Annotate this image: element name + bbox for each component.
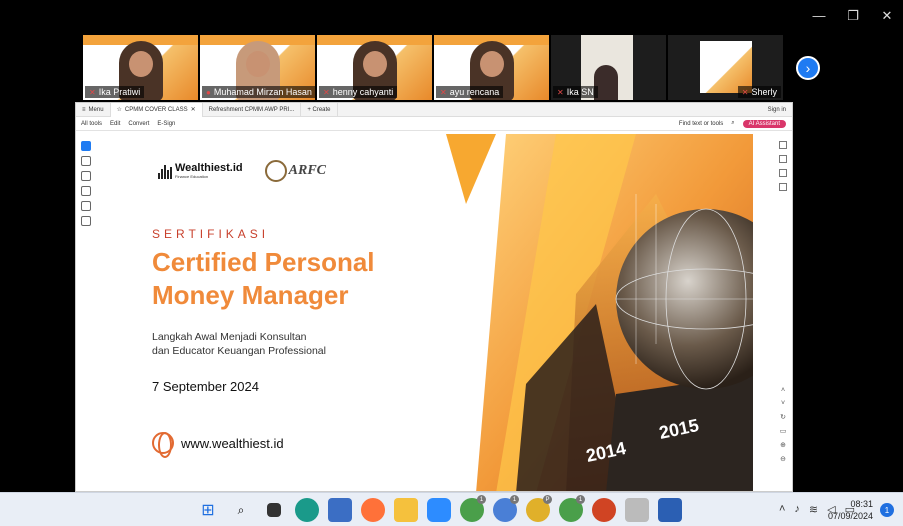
sign-in-button[interactable]: Sign in — [762, 107, 792, 113]
shared-screen: ≡ Menu ☆ CPMM COVER CLASS ✕ Refreshment CPM… — [75, 102, 793, 492]
text-box-icon[interactable] — [81, 201, 91, 211]
maximize-icon[interactable]: ❐ — [845, 8, 861, 24]
participant-name: Ika SN — [566, 87, 594, 97]
stamp-icon[interactable] — [81, 216, 91, 226]
all-tools-menu[interactable]: All tools — [81, 121, 102, 127]
close-tab-icon[interactable]: ✕ — [191, 106, 196, 113]
powerpoint-icon[interactable] — [592, 498, 616, 522]
event-date: 7 September 2024 — [152, 379, 259, 394]
chrome-icon[interactable]: 1 — [559, 495, 585, 522]
mic-muted-icon: ✕ — [89, 87, 96, 97]
firefox-icon[interactable] — [361, 498, 385, 522]
mic-muted-icon: ✕ — [557, 87, 564, 97]
participant-tile[interactable]: ✕ Sherly — [668, 35, 783, 100]
brand-subtitle: Finance Education — [175, 174, 209, 179]
globe-icon — [264, 160, 287, 182]
participant-tile[interactable]: ✕ henny cahyanti — [317, 35, 432, 100]
mic-muted-icon: ✕ — [440, 87, 447, 97]
window-controls: — ❐ ✕ — [811, 8, 895, 24]
windows-start-icon[interactable]: ⊞ — [196, 498, 220, 522]
zoom-in-icon[interactable]: ⊕ — [780, 441, 786, 449]
mic-icon: ● — [206, 87, 211, 97]
viewer-tabbar: ≡ Menu ☆ CPMM COVER CLASS ✕ Refreshment CPM… — [76, 103, 792, 117]
participant-name: ayu rencana — [449, 87, 500, 97]
participant-name: henny cahyanti — [332, 87, 394, 97]
globe-icon — [152, 432, 174, 458]
bar-chart-icon — [158, 165, 172, 179]
wealthiest-logo: Wealthiest.id Finance Education — [158, 163, 243, 179]
chrome-icon[interactable]: 1 — [460, 495, 486, 522]
minimize-icon[interactable]: — — [811, 8, 827, 24]
search-icon[interactable]: ⌕ — [731, 120, 734, 127]
participant-name: Sherly — [751, 87, 777, 97]
chevron-up-icon[interactable]: ˄ — [779, 503, 785, 516]
create-tab-button[interactable]: + Create — [301, 103, 338, 117]
find-input[interactable]: Find text or tools — [679, 121, 723, 127]
star-icon: ☆ — [116, 107, 122, 113]
esign-menu[interactable]: E-Sign — [157, 121, 175, 127]
right-toolbar — [777, 141, 789, 191]
copy-icon[interactable] — [779, 155, 787, 163]
next-participants-button[interactable]: › — [796, 56, 820, 80]
chrome-icon[interactable]: P — [526, 495, 552, 522]
participant-tile[interactable]: ✕ Ika SN — [551, 35, 666, 100]
decorative-artwork — [446, 134, 753, 491]
certificate-title: Certified Personal Money Manager — [152, 247, 375, 310]
refresh-icon[interactable]: ↻ — [780, 413, 786, 421]
app-icon[interactable] — [625, 498, 649, 522]
menu-tab[interactable]: ≡ Menu — [76, 103, 111, 117]
arfc-logo: ARFC — [264, 160, 326, 182]
edit-menu[interactable]: Edit — [110, 121, 120, 127]
hamburger-icon: ≡ — [82, 106, 86, 113]
participant-strip: ✕ Ika Pratiwi ● Muhamad Mirzan Hasan ✕ henn… — [83, 35, 783, 100]
zoom-controls: ˄ ˅ ↻ ▭ ⊕ ⊖ — [777, 387, 789, 463]
page-thumbnail-icon[interactable] — [779, 141, 787, 149]
certificate-page: Wealthiest.id Finance Education ARFC SER… — [116, 134, 753, 491]
store-icon[interactable] — [328, 498, 352, 522]
zoom-out-icon[interactable]: ⊖ — [780, 455, 786, 463]
task-view-icon[interactable] — [267, 503, 281, 517]
word-icon[interactable] — [658, 498, 682, 522]
cursor-icon[interactable] — [81, 141, 91, 151]
viewer-toolbar: All tools Edit Convert E-Sign Find text … — [76, 117, 792, 131]
kicker-text: SERTIFIKASI — [152, 227, 270, 241]
wifi-icon[interactable]: ≋ — [809, 503, 818, 516]
close-icon[interactable]: ✕ — [879, 8, 895, 24]
ai-assistant-button[interactable]: AI Assistant — [742, 119, 786, 128]
mic-muted-icon: ✕ — [741, 87, 749, 97]
save-icon[interactable]: ▭ — [780, 427, 787, 435]
tab-refreshment[interactable]: Refreshment CPMM AWP PRI... — [203, 103, 302, 117]
zoom-icon[interactable] — [427, 498, 451, 522]
chevron-down-icon[interactable]: ˅ — [781, 400, 785, 407]
participant-name: Muhamad Mirzan Hasan — [213, 87, 312, 97]
mic-muted-icon: ✕ — [323, 87, 330, 97]
tab-cpmm-cover[interactable]: ☆ CPMM COVER CLASS ✕ — [110, 103, 203, 117]
website: www.wealthiest.id — [152, 432, 284, 458]
left-toolbar — [81, 141, 93, 226]
notification-badge[interactable]: 1 — [880, 503, 894, 517]
convert-menu[interactable]: Convert — [128, 121, 149, 127]
chevron-up-icon[interactable]: ˄ — [781, 387, 785, 394]
chrome-icon[interactable]: 1 — [493, 495, 519, 522]
participant-name: Ika Pratiwi — [98, 87, 141, 97]
participant-tile[interactable]: ✕ ayu rencana — [434, 35, 549, 100]
edge-icon[interactable] — [295, 498, 319, 522]
search-icon[interactable]: ⌕ — [229, 498, 253, 522]
participant-tile[interactable]: ✕ Ika Pratiwi — [83, 35, 198, 100]
eraser-icon[interactable] — [81, 186, 91, 196]
microphone-icon[interactable]: ♪ — [794, 503, 800, 516]
zoom-meeting-window: — ❐ ✕ ✕ Ika Pratiwi ● Muhamad Mirzan Hasan… — [0, 0, 903, 526]
clock[interactable]: 08:31 07/09/2024 — [828, 498, 873, 522]
certificate-subtitle: Langkah Awal Menjadi Konsultan dan Educa… — [152, 331, 326, 357]
windows-taskbar: ⊞ ⌕ 1 1 P 1 ˄ ♪ ≋ ◁ ▭ 08:31 07/09/2024 1 — [0, 492, 903, 526]
pen-icon[interactable] — [81, 171, 91, 181]
bookmark-icon[interactable] — [779, 169, 787, 177]
file-explorer-icon[interactable] — [394, 498, 418, 522]
brand-name: Wealthiest.id — [175, 162, 243, 174]
comment-icon[interactable] — [81, 156, 91, 166]
participant-tile-active[interactable]: ● Muhamad Mirzan Hasan — [200, 35, 315, 100]
layers-icon[interactable] — [779, 183, 787, 191]
